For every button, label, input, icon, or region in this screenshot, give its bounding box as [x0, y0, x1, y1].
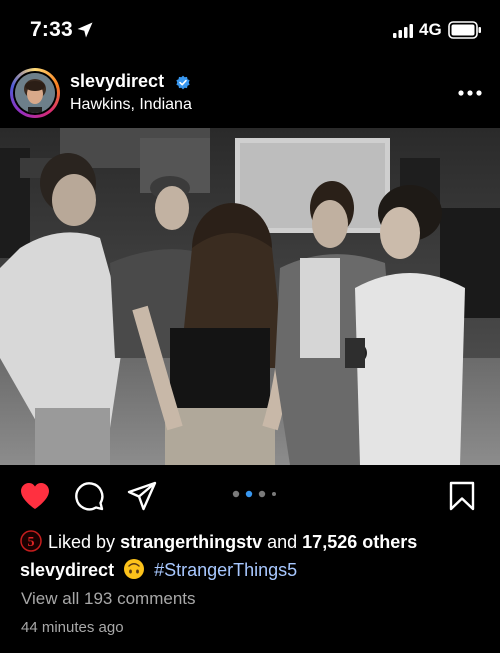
- bookmark-icon[interactable]: [449, 481, 475, 511]
- caption-hashtag[interactable]: #StrangerThings5: [154, 560, 297, 580]
- status-bar: 7:33 4G: [0, 0, 500, 58]
- post-caption: slevydirect #StrangerThings5: [20, 558, 297, 581]
- more-icon[interactable]: [456, 84, 484, 102]
- post-username[interactable]: slevydirect: [70, 71, 164, 92]
- signal-icon: [393, 24, 413, 38]
- likes-joiner: and: [267, 532, 298, 552]
- post-location[interactable]: Hawkins, Indiana: [70, 96, 192, 114]
- heart-icon[interactable]: [19, 481, 51, 511]
- post-photo[interactable]: [0, 128, 500, 465]
- comment-icon[interactable]: [74, 481, 104, 511]
- carousel-indicator: [232, 490, 276, 498]
- location-arrow-icon: [77, 22, 93, 38]
- view-all-comments-link[interactable]: View all 193 comments: [21, 589, 196, 609]
- caption-username[interactable]: slevydirect: [20, 560, 114, 580]
- upside-down-face-emoji: [124, 559, 145, 579]
- avatar[interactable]: [10, 68, 60, 118]
- svg-text:5: 5: [28, 535, 35, 550]
- battery-icon: [448, 21, 481, 39]
- stranger-things-5-badge: 5: [20, 530, 42, 552]
- post-timestamp: 44 minutes ago: [21, 619, 124, 636]
- verified-icon: [176, 75, 190, 90]
- liked-by-user[interactable]: strangerthingstv: [120, 532, 262, 552]
- likes-others[interactable]: 17,526 others: [302, 532, 417, 552]
- network-type: 4G: [419, 20, 442, 39]
- likes-summary[interactable]: 5 Liked by strangerthingstv and 17,526 o…: [20, 530, 417, 553]
- share-icon[interactable]: [127, 481, 157, 511]
- status-time: 7:33: [30, 18, 73, 41]
- post-header: slevydirect Hawkins, Indiana: [0, 58, 500, 128]
- post-actions: [0, 465, 500, 527]
- likes-prefix: Liked by: [48, 532, 116, 552]
- post-photo-image: [0, 128, 500, 465]
